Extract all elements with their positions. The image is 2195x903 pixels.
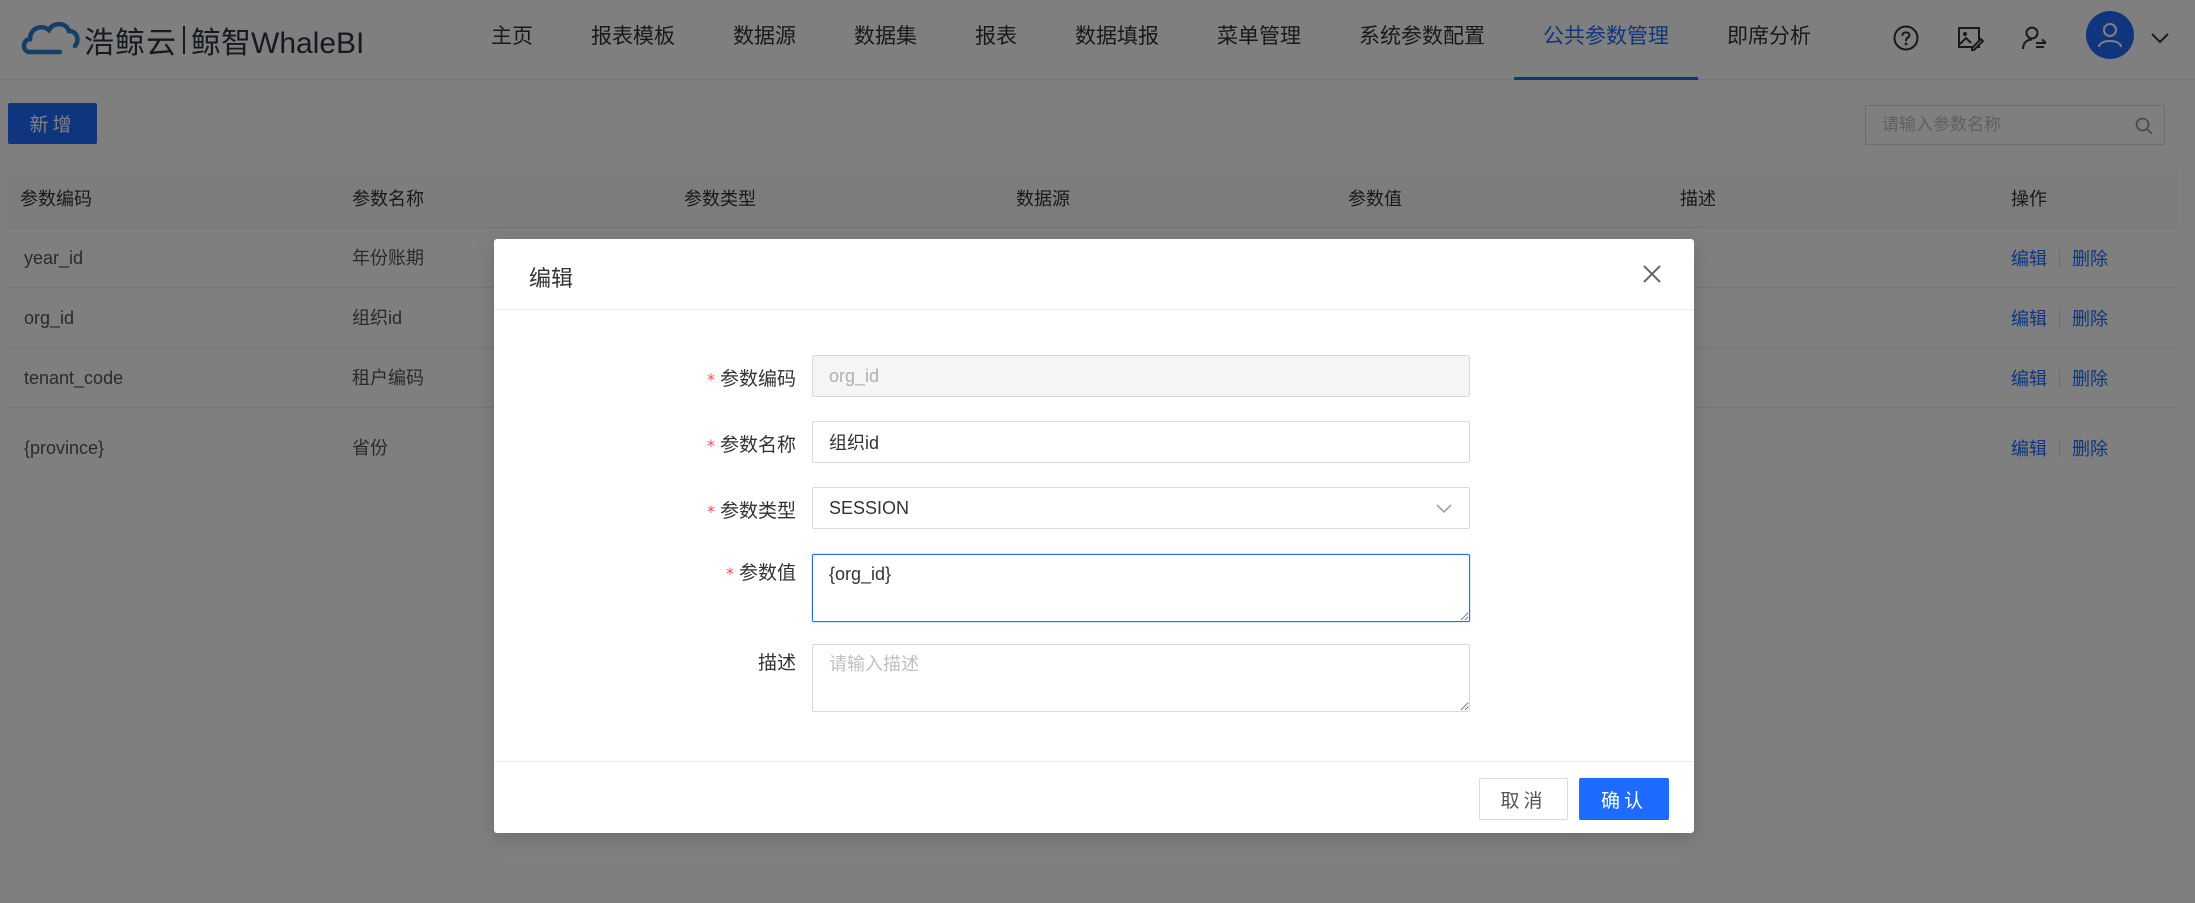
field-label-type: * 参数类型 <box>634 496 796 523</box>
required-mark: * <box>706 370 715 389</box>
description-textarea[interactable] <box>812 644 1470 712</box>
field-label-text: 参数类型 <box>719 501 796 522</box>
chevron-down-icon <box>1436 504 1452 514</box>
required-mark: * <box>706 502 715 521</box>
dialog-footer: 取消 确认 <box>494 761 1694 833</box>
dialog-header: 编辑 <box>494 239 1694 310</box>
param-code-input <box>812 355 1470 397</box>
selected-value: SESSION <box>829 498 910 518</box>
field-label-text: 参数值 <box>738 563 796 584</box>
edit-dialog: 编辑 *参数编码 *参数名称 *参数类型 SESSION *参数值 {org_i… <box>494 239 1694 833</box>
field-label-name: * 参数名称 <box>634 430 796 457</box>
field-label-code: * 参数编码 <box>634 364 796 391</box>
param-type-select[interactable]: SESSION <box>812 487 1470 529</box>
close-icon[interactable] <box>1639 261 1665 287</box>
cancel-button[interactable]: 取消 <box>1479 778 1568 820</box>
confirm-button[interactable]: 确认 <box>1579 778 1669 820</box>
field-label-text: 参数名称 <box>719 435 796 456</box>
param-name-input[interactable] <box>812 421 1470 463</box>
required-mark: * <box>706 436 715 455</box>
param-value-textarea[interactable]: {org_id} <box>812 554 1470 622</box>
field-label-value: * 参数值 <box>634 558 796 585</box>
dialog-title: 编辑 <box>529 266 574 291</box>
required-mark: * <box>725 564 734 583</box>
field-label-desc: 描述 <box>757 653 796 674</box>
field-label-text: 参数编码 <box>719 369 796 390</box>
